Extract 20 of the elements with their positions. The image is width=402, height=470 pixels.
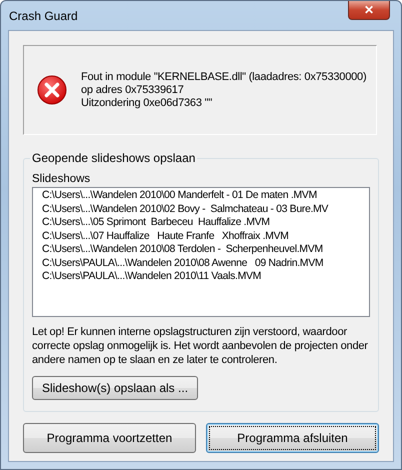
warning-text: Let op! Er kunnen interne opslagstructuren zijn verstoord, waardoor correcte opslag onmogelijk is. Het wordt aanbevolen de projecten onder andere namen op te slaan en ze later te controleren. — [32, 325, 369, 367]
list-item[interactable]: C:\Users\...\Wandelen 2010\08 Terdolen - Scherpenheuvel.MVM — [42, 243, 369, 256]
list-item[interactable]: C:\Users\PAULA\...\Wandelen 2010\11 Vaals.MVM — [42, 270, 369, 284]
error-message-line: Fout in module "KERNELBASE.dll" (laadadres: 0x75330000) — [81, 70, 366, 84]
window-title: Crash Guard — [9, 9, 78, 23]
slideshow-list[interactable] — [32, 187, 370, 317]
quit-button[interactable]: Programma afsluiten — [206, 423, 379, 453]
list-item[interactable]: C:\Users\...\Wandelen 2010\02 Bovy - Salmchateau - 03 Bure.MV — [42, 202, 369, 216]
list-item[interactable]: C:\Users\...\05 Sprimont Barbeceu Hauffalize .MVM — [42, 216, 369, 230]
error-icon — [37, 75, 67, 105]
error-message-line: Uitzondering 0xe06d7363 "" — [81, 96, 214, 110]
group-title: Geopende slideshows opslaan — [30, 151, 198, 165]
list-label: Slideshows — [32, 173, 92, 185]
list-item[interactable]: C:\Users\PAULA\...\Wandelen 2010\08 Awenne 09 Nadrin.MVM — [42, 256, 369, 270]
list-item[interactable]: C:\Users\...\Wandelen 2010\00 Manderfelt - 01 De maten .MVM — [42, 189, 369, 202]
save-as-button[interactable]: Slideshow(s) opslaan als ... — [32, 376, 198, 400]
error-message-line: op adres 0x75339617 — [81, 84, 185, 96]
continue-button[interactable]: Programma voortzetten — [23, 423, 196, 453]
close-button[interactable]: ✕ — [348, 1, 390, 20]
list-item[interactable]: C:\Users\...\07 Hauffalize Haute Franfe Xhoffraix .MVM — [42, 230, 369, 243]
